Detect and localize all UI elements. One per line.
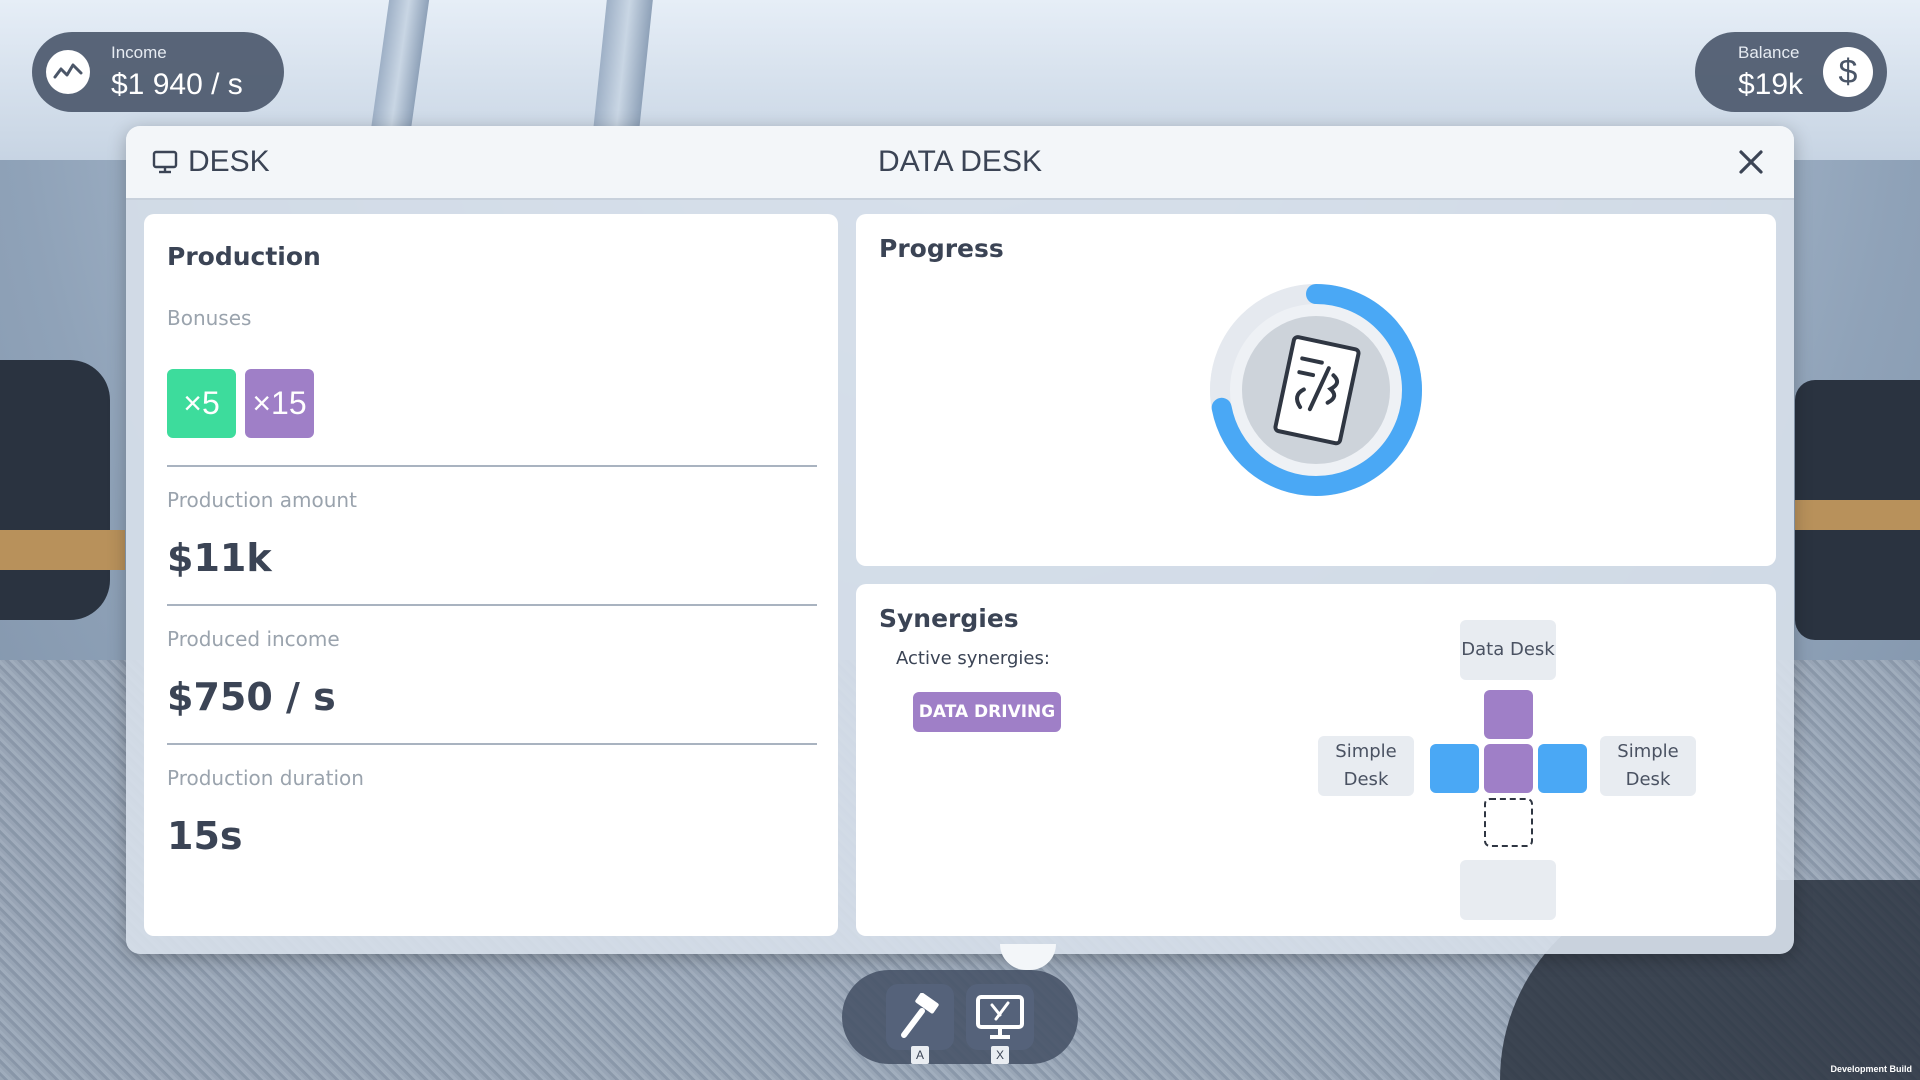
synergy-chip[interactable]: DATA DRIVING — [913, 692, 1061, 732]
synergy-right-label: Simple Desk — [1600, 736, 1696, 796]
divider — [167, 604, 817, 606]
bonus-badge-purple: ×15 — [245, 369, 314, 438]
active-synergies-label: Active synergies: — [896, 648, 1050, 669]
synergy-right-label-line2: Desk — [1625, 769, 1671, 790]
balance-hud: Balance $19k $ — [1695, 32, 1887, 112]
synergy-bottom-slot — [1460, 860, 1556, 920]
produced-income-label: Produced income — [167, 627, 340, 651]
remove-key-hint: X — [991, 1046, 1009, 1064]
development-build-label: Development Build — [1830, 1064, 1912, 1074]
synergy-left-label-line2: Desk — [1343, 769, 1389, 790]
produced-income-value: $750 / s — [167, 675, 336, 719]
synergy-cell-left — [1430, 744, 1479, 793]
synergy-cell-center — [1484, 744, 1533, 793]
monitor-icon — [152, 150, 178, 174]
synergy-left-label: Simple Desk — [1318, 736, 1414, 796]
synergy-right-label-line1: Simple — [1617, 741, 1679, 762]
close-icon[interactable] — [1734, 145, 1768, 179]
monitor-remove-icon — [976, 995, 1024, 1039]
income-chart-icon — [46, 50, 90, 94]
synergy-cell-top — [1484, 690, 1533, 739]
production-amount-label: Production amount — [167, 488, 357, 512]
dialog-header: DESK DATA DESK — [126, 126, 1794, 200]
synergy-cell-empty — [1484, 798, 1533, 847]
remove-button[interactable] — [966, 984, 1034, 1050]
production-amount-value: $11k — [167, 536, 272, 580]
progress-ring — [1210, 284, 1422, 496]
bonus-badge-green: ×5 — [167, 369, 236, 438]
hammer-icon — [901, 993, 939, 1038]
desk-dialog: DESK DATA DESK Production Bonuses ×5 ×15… — [126, 126, 1794, 954]
synergies-card: Synergies Active synergies: DATA DRIVING… — [856, 584, 1776, 936]
production-duration-label: Production duration — [167, 766, 364, 790]
build-button[interactable] — [886, 984, 954, 1050]
synergy-top-label: Data Desk — [1460, 620, 1556, 680]
build-key-hint: A — [911, 1046, 929, 1064]
income-label: Income — [111, 43, 167, 62]
background-chair — [0, 360, 110, 620]
production-title: Production — [167, 242, 321, 271]
bottom-toolbar: A X — [842, 970, 1078, 1064]
background-desk-right-top — [1795, 500, 1920, 530]
synergy-left-label-line1: Simple — [1335, 741, 1397, 762]
progress-title: Progress — [879, 234, 1004, 263]
dialog-category: DESK — [188, 145, 270, 178]
bonuses-label: Bonuses — [167, 306, 252, 330]
divider — [167, 465, 817, 467]
production-duration-value: 15s — [167, 814, 243, 858]
background-desk — [0, 530, 125, 570]
progress-card: Progress — [856, 214, 1776, 566]
dollar-icon: $ — [1823, 47, 1873, 97]
balance-value: $19k — [1738, 68, 1804, 101]
synergies-title: Synergies — [879, 604, 1019, 633]
balance-label: Balance — [1738, 43, 1800, 62]
synergy-cell-right — [1538, 744, 1587, 793]
production-card: Production Bonuses ×5 ×15 Production amo… — [144, 214, 838, 936]
divider — [167, 743, 817, 745]
dialog-title: DATA DESK — [878, 145, 1042, 178]
income-value: $1 940 / s — [111, 68, 243, 101]
income-hud: Income $1 940 / s — [32, 32, 284, 112]
